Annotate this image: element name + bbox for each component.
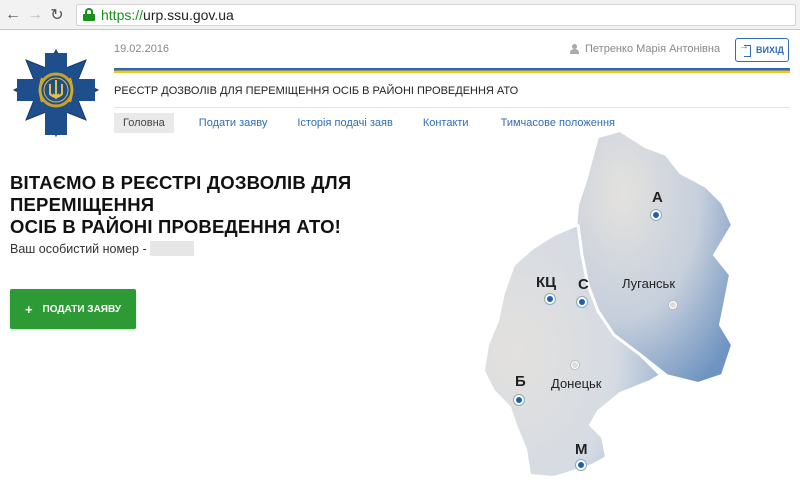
- city-label-donetsk: Донецьк: [551, 376, 602, 391]
- checkpoint-label-a: А: [652, 189, 663, 206]
- logout-icon: [739, 41, 752, 57]
- user-info: Петренко Марія Антонівна: [570, 43, 720, 55]
- logout-label: ВИХІД: [756, 45, 784, 55]
- checkpoint-label-s: С: [578, 276, 589, 293]
- welcome-heading: ВІТАЄМО В РЕЄСТРІ ДОЗВОЛІВ ДЛЯ ПЕРЕМІЩЕН…: [10, 172, 480, 238]
- plus-icon: +: [24, 301, 33, 317]
- personal-number-value: [149, 241, 194, 256]
- personal-number: Ваш особистий номер -: [10, 241, 194, 256]
- city-marker-donetsk: [571, 361, 579, 369]
- ssu-emblem-logo: [12, 48, 100, 138]
- reload-icon[interactable]: ↻: [46, 4, 68, 26]
- address-bar[interactable]: https://urp.ssu.gov.ua: [76, 3, 796, 26]
- back-arrow-icon[interactable]: ←: [2, 4, 24, 26]
- user-icon: [570, 44, 579, 54]
- checkpoint-label-b: Б: [515, 373, 526, 390]
- url-host: urp.ssu.gov.ua: [143, 6, 234, 23]
- region-map-shape: [482, 129, 734, 479]
- checkpoint-label-kc: КЦ: [536, 274, 557, 291]
- checkpoint-marker-m[interactable]: [576, 460, 586, 470]
- user-name: Петренко Марія Антонівна: [585, 43, 721, 55]
- checkpoint-marker-b[interactable]: [514, 395, 524, 405]
- submit-application-label: ПОДАТИ ЗАЯВУ: [42, 303, 122, 315]
- menu-item-contacts[interactable]: Контакти: [414, 113, 478, 133]
- checkpoint-label-m: М: [575, 441, 588, 458]
- checkpoint-marker-a[interactable]: [651, 210, 661, 220]
- welcome-line-2: ОСІБ В РАЙОНІ ПРОВЕДЕННЯ АТО!: [10, 216, 342, 237]
- personal-number-label: Ваш особистий номер -: [10, 241, 147, 256]
- url-scheme: https://: [101, 6, 144, 23]
- site-title: РЕЄСТР ДОЗВОЛІВ ДЛЯ ПЕРЕМІЩЕННЯ ОСІБ В Р…: [114, 85, 519, 97]
- menu-item-submit-application[interactable]: Подати заяву: [190, 113, 277, 133]
- forward-arrow-icon[interactable]: →: [24, 4, 46, 26]
- lock-icon: [83, 8, 95, 21]
- submit-application-button[interactable]: + ПОДАТИ ЗАЯВУ: [10, 289, 136, 329]
- browser-toolbar: ← → ↻ https://urp.ssu.gov.ua: [0, 0, 800, 30]
- menu-item-history[interactable]: Історія подачі заяв: [288, 113, 401, 133]
- checkpoint-marker-kc[interactable]: [545, 294, 555, 304]
- region-map: А КЦ С Луганськ Донецьк Б М: [470, 125, 800, 493]
- city-label-luhansk: Луганськ: [622, 276, 676, 291]
- checkpoint-marker-s[interactable]: [577, 297, 587, 307]
- logout-button[interactable]: ВИХІД: [735, 38, 789, 62]
- header-divider: [114, 107, 790, 108]
- current-date: 19.02.2016: [114, 43, 170, 55]
- ukraine-flag-stripe: [114, 68, 790, 73]
- welcome-line-1: ВІТАЄМО В РЕЄСТРІ ДОЗВОЛІВ ДЛЯ ПЕРЕМІЩЕН…: [10, 172, 352, 215]
- city-marker-luhansk: [669, 301, 677, 309]
- menu-item-home[interactable]: Головна: [114, 113, 174, 133]
